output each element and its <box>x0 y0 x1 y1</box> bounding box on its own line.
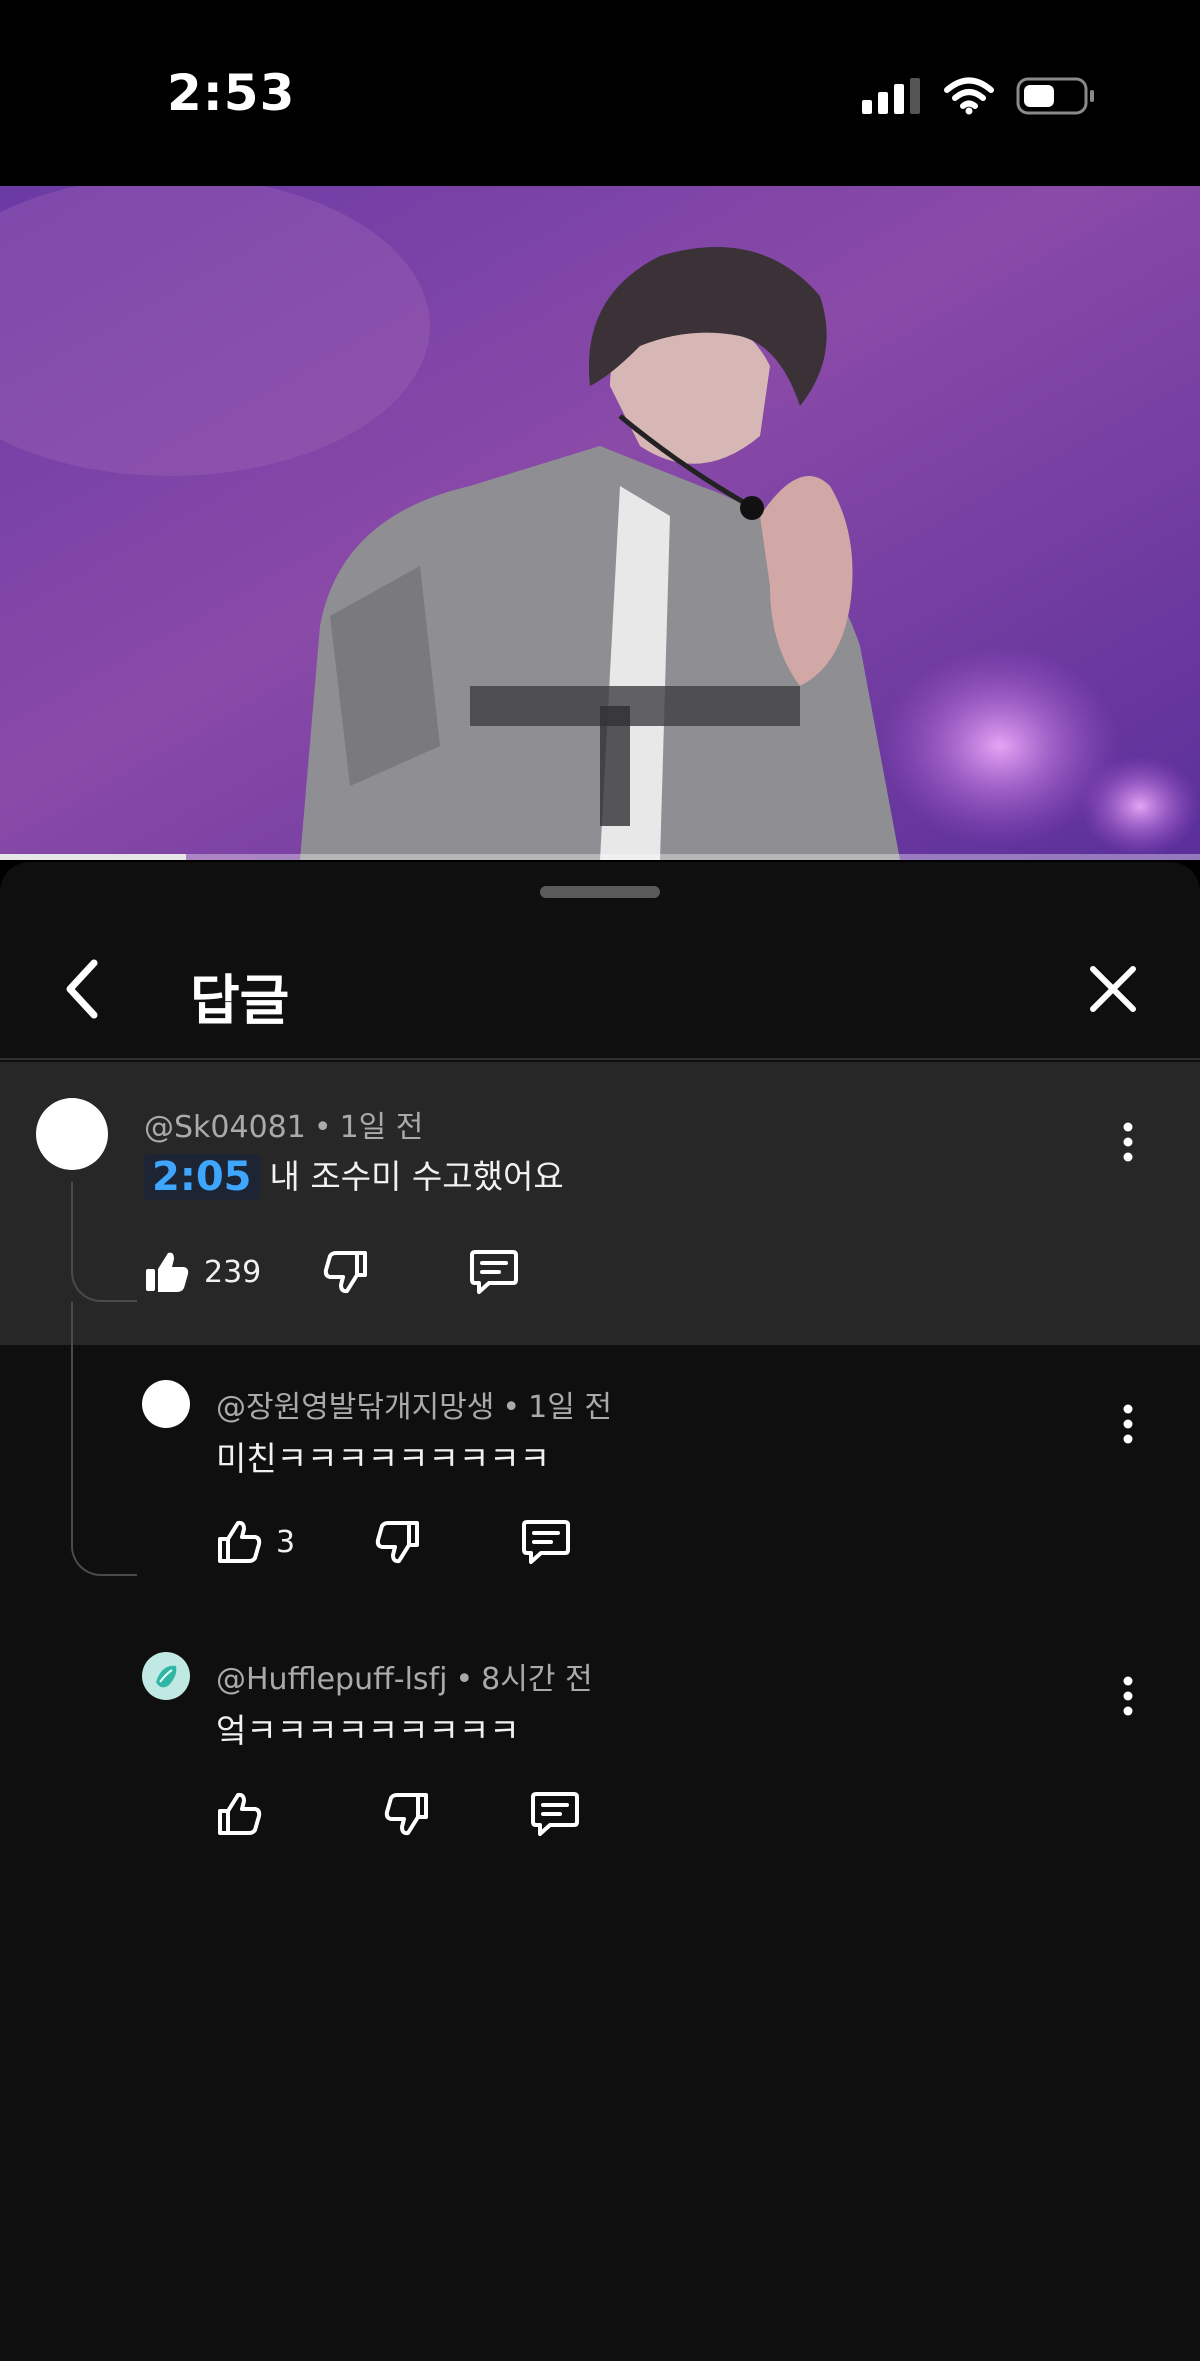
dislike-button[interactable] <box>384 1791 430 1837</box>
thumbs-up-filled-icon <box>146 1252 189 1292</box>
comment-meta: @Hufflepuff-lsfj • 8시간 전 <box>216 1662 593 1697</box>
comment-actions: 3 <box>216 1518 571 1566</box>
reply-button[interactable] <box>530 1790 580 1838</box>
close-icon <box>1090 966 1136 1012</box>
like-button[interactable]: 239 <box>144 1249 261 1295</box>
like-button[interactable]: 3 <box>216 1519 295 1565</box>
parent-comment: @Sk04081 • 1일 전 2:05 내 조수미 수고했어요 239 <box>0 1062 1200 1345</box>
like-button[interactable] <box>216 1791 262 1837</box>
back-button[interactable] <box>52 954 112 1024</box>
thumbs-up-icon <box>218 1792 262 1835</box>
more-vertical-icon <box>1123 1404 1133 1444</box>
reply-icon <box>470 1250 519 1294</box>
like-count: 3 <box>276 1524 296 1560</box>
video-frame-image <box>0 186 1200 860</box>
comment-age: 1일 전 <box>528 1390 612 1425</box>
comment-actions: 239 <box>144 1248 519 1296</box>
thumbs-down-icon <box>375 1521 420 1564</box>
video-player[interactable] <box>0 186 1200 860</box>
comment-body: 미친ㅋㅋㅋㅋㅋㅋㅋㅋㅋ <box>216 1439 550 1478</box>
status-icons <box>862 74 1096 118</box>
comment-actions <box>216 1790 580 1838</box>
more-options-button[interactable] <box>1108 1666 1148 1726</box>
chevron-left-icon <box>66 959 98 1019</box>
thumbs-down-icon <box>384 1793 428 1836</box>
thumbs-up-icon <box>218 1520 262 1563</box>
more-options-button[interactable] <box>1108 1112 1148 1172</box>
avatar[interactable] <box>142 1380 190 1428</box>
thread-line <box>71 1182 73 1262</box>
reply-icon <box>531 1792 579 1836</box>
thread-connector <box>71 1532 137 1576</box>
comment-age: 8시간 전 <box>481 1662 593 1697</box>
dislike-button[interactable] <box>375 1519 421 1565</box>
avatar[interactable] <box>142 1652 190 1700</box>
reply-icon <box>522 1520 571 1564</box>
dislike-button[interactable] <box>323 1249 369 1295</box>
comment-text: 2:05 내 조수미 수고했어요 <box>144 1150 564 1200</box>
comment-author[interactable]: @Sk04081 <box>144 1110 306 1145</box>
more-vertical-icon <box>1123 1122 1133 1162</box>
wifi-icon <box>944 77 994 115</box>
battery-icon <box>1016 77 1094 115</box>
thread-line <box>71 1302 73 1532</box>
comment-body: 내 조수미 수고했어요 <box>269 1157 564 1196</box>
reply-button[interactable] <box>521 1518 571 1566</box>
drag-handle[interactable] <box>540 886 660 898</box>
status-time: 2:53 <box>167 64 296 122</box>
video-progress-fill <box>0 854 186 860</box>
comment-meta: @Sk04081 • 1일 전 <box>144 1110 424 1145</box>
like-count: 239 <box>204 1254 262 1290</box>
sheet-header: 답글 <box>0 918 1200 1060</box>
video-progress-bar[interactable] <box>0 854 1200 860</box>
status-bar: 2:53 <box>0 0 1200 186</box>
comment-author[interactable]: @장원영발닦개지망생 <box>216 1390 494 1425</box>
comment-meta: @장원영발닦개지망생 • 1일 전 <box>216 1390 612 1425</box>
reply-button[interactable] <box>469 1248 519 1296</box>
more-options-button[interactable] <box>1108 1394 1148 1454</box>
comment-author[interactable]: @Hufflepuff-lsfj <box>216 1662 447 1697</box>
replies-sheet: 답글 @Sk04081 • 1일 전 2:05 내 조수미 수고했어요 239 … <box>0 862 1200 2361</box>
more-vertical-icon <box>1123 1676 1133 1716</box>
avatar[interactable] <box>36 1098 108 1170</box>
sheet-title: 답글 <box>190 969 290 1032</box>
comment-body: 엌ㅋㅋㅋㅋㅋㅋㅋㅋㅋ <box>216 1711 520 1750</box>
cellular-signal-icon <box>862 78 920 114</box>
comment-age: 1일 전 <box>339 1110 424 1145</box>
timestamp-link[interactable]: 2:05 <box>144 1154 260 1200</box>
close-button[interactable] <box>1078 954 1148 1024</box>
thumbs-down-icon <box>324 1251 368 1294</box>
